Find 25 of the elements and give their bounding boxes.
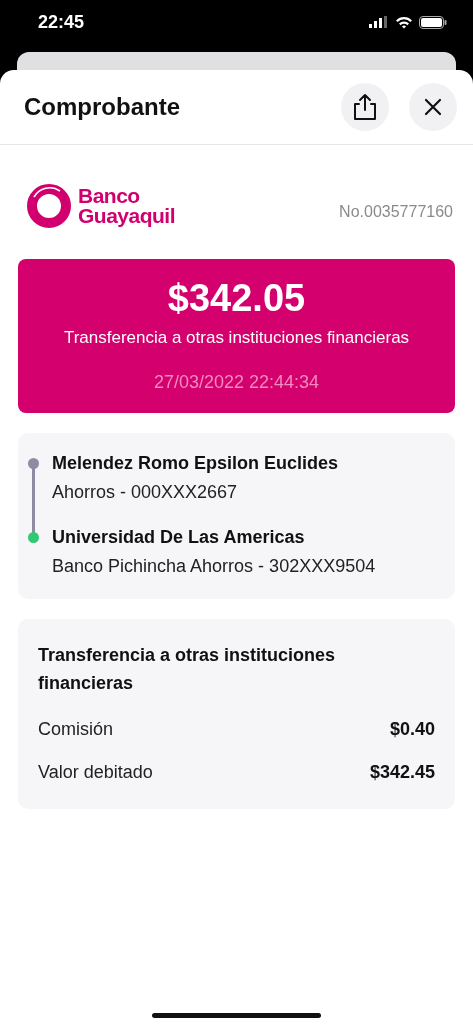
- transfer-datetime: 27/03/2022 22:44:34: [153, 372, 320, 393]
- amount-text: $342.05: [167, 277, 306, 320]
- summary-label: Comisión: [38, 719, 114, 740]
- screen-title: Comprobante: [24, 93, 181, 121]
- party-account: Banco Pichincha Ahorros - 302XXX9504: [52, 556, 376, 577]
- close-button[interactable]: [409, 83, 457, 131]
- party-account: Ahorros - 000XXX2667: [52, 482, 239, 503]
- transfer-description: Transferencia a otras instituciones financieras: [63, 328, 410, 348]
- status-time: 22:45: [38, 11, 85, 33]
- bank-name: Guayaquil: [78, 206, 176, 226]
- summary-value: $0.40: [389, 719, 435, 740]
- share-button[interactable]: [341, 83, 389, 131]
- party-name: Melendez Romo Epsilon Euclides: [52, 453, 339, 474]
- receipt-number: No.0035777160: [339, 203, 453, 221]
- battery-icon: [419, 15, 447, 29]
- party-name: Universidad De Las Americas: [52, 527, 306, 548]
- share-icon: [352, 93, 378, 121]
- summary-value: $342.45: [369, 762, 435, 783]
- close-icon: [423, 97, 443, 117]
- summary-title: Transferencia a otras instituciones financieras: [38, 644, 337, 695]
- signal-icon: [369, 16, 389, 28]
- summary-label: Valor debitado: [38, 762, 153, 783]
- wifi-icon: [395, 15, 413, 29]
- bank-name: Banco: [78, 186, 141, 206]
- bank-logo-icon: [26, 183, 72, 229]
